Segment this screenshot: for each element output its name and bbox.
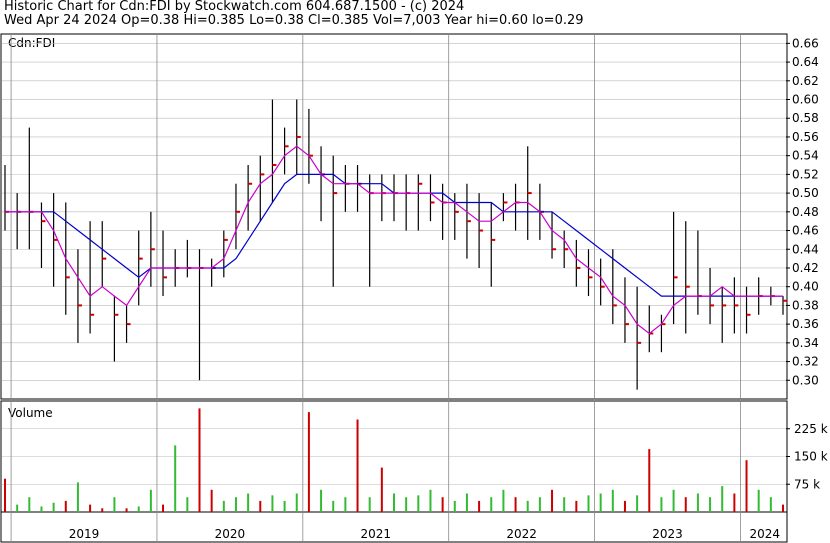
price-axis: 0.66 0.64 0.62 0.60 0.58 0.56 0.54 0.52 0.50 0.48…: [786, 36, 819, 387]
price-tick-label: 0.52: [792, 167, 819, 181]
price-tick-label: 0.36: [792, 317, 819, 331]
volume-panel-title: Volume: [8, 406, 53, 420]
price-tick-label: 0.30: [792, 373, 819, 387]
volume-tick-label: 75 k: [794, 477, 820, 491]
stock-chart: Cdn:FDI Volume 0.660.640.620.600.580.560…: [0, 33, 828, 543]
price-tick-label: 0.42: [792, 261, 819, 275]
volume-axis: 225 k 150 k 75 k: [786, 422, 828, 491]
price-tick-label: 0.44: [792, 242, 819, 256]
volume-tick-label: 225 k: [794, 422, 828, 436]
price-tick-label: 0.54: [792, 149, 819, 163]
x-tick-label: 2023: [652, 527, 683, 541]
price-tick-label: 0.56: [792, 130, 819, 144]
price-tick-label: 0.40: [792, 280, 819, 294]
volume-tick-label: 150 k: [794, 450, 828, 464]
price-tick-label: 0.50: [792, 186, 819, 200]
price-panel-title: Cdn:FDI: [8, 36, 55, 50]
price-tick-label: 0.34: [792, 336, 819, 350]
x-tick-label: 2020: [215, 527, 246, 541]
price-tick-label: 0.60: [792, 93, 819, 107]
price-tick-label: 0.66: [792, 36, 819, 50]
x-tick-label: 2024: [749, 527, 780, 541]
x-tick-label: 2019: [69, 527, 100, 541]
x-tick-label: 2022: [506, 527, 537, 541]
price-tick-label: 0.48: [792, 205, 819, 219]
price-tick-label: 0.38: [792, 298, 819, 312]
price-tick-label: 0.46: [792, 224, 819, 238]
price-tick-label: 0.64: [792, 55, 819, 69]
price-tick-label: 0.32: [792, 355, 819, 369]
price-tick-label: 0.58: [792, 111, 819, 125]
price-tick-label: 0.62: [792, 74, 819, 88]
x-tick-label: 2021: [360, 527, 391, 541]
